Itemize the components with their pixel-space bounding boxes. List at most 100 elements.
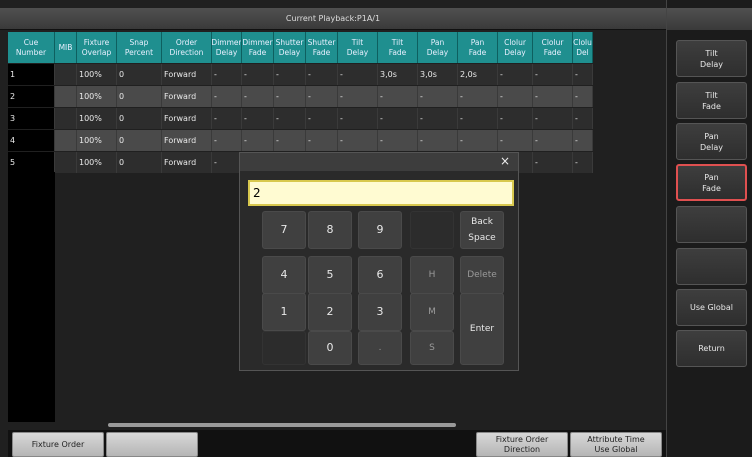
key-4[interactable]: 4 [262,256,306,294]
table-cell[interactable]: 1 [8,64,55,85]
sidebar-blank-button-2[interactable] [676,248,747,285]
table-cell[interactable]: Forward [162,108,212,129]
table-cell[interactable]: - [212,64,242,85]
table-cell[interactable]: 0 [117,64,162,85]
table-cell[interactable]: - [378,86,418,107]
table-cell[interactable] [55,152,77,173]
key-5[interactable]: 5 [308,256,352,294]
table-cell[interactable]: - [306,130,338,151]
table-cell[interactable]: - [533,64,573,85]
table-cell[interactable]: - [533,130,573,151]
attribute-time-button[interactable]: Attribute Time Use Global [570,432,662,457]
table-cell[interactable]: - [498,64,533,85]
column-header[interactable]: Order Direction [162,32,212,63]
table-cell[interactable]: 100% [77,108,117,129]
table-row[interactable]: 1 100% 0 Forward - - - - -3,0s 3,0s 2,0s - - - [8,64,666,85]
tilt-fade-button[interactable]: Tilt Fade [676,82,747,119]
table-cell[interactable]: - [242,108,274,129]
table-cell[interactable]: - [306,64,338,85]
table-cell[interactable]: 0 [117,152,162,173]
table-cell[interactable]: - [338,64,378,85]
fixture-order-direction-button[interactable]: Fixture Order Direction [476,432,568,457]
table-cell[interactable] [55,130,77,151]
table-cell[interactable]: - [573,130,593,151]
table-cell[interactable]: - [274,108,306,129]
table-cell[interactable]: - [498,108,533,129]
key-9[interactable]: 9 [358,211,402,249]
table-cell[interactable]: 100% [77,86,117,107]
column-header[interactable]: Shutter Fade [306,32,338,63]
table-cell[interactable]: Forward [162,152,212,173]
table-cell[interactable]: 5 [8,152,55,173]
table-cell[interactable]: - [242,86,274,107]
column-header[interactable]: Cue Number [8,32,55,63]
table-cell[interactable]: - [418,130,458,151]
close-icon[interactable]: × [500,154,510,168]
backspace-button[interactable]: Back Space [460,211,504,249]
sidebar-blank-button-1[interactable] [676,206,747,243]
table-cell[interactable]: Forward [162,130,212,151]
table-cell[interactable]: - [418,86,458,107]
key-7[interactable]: 7 [262,211,306,249]
table-cell[interactable]: 2 [8,86,55,107]
table-cell[interactable]: 100% [77,130,117,151]
table-cell[interactable]: 0 [117,108,162,129]
table-row[interactable]: 4 100% 0 Forward - - - - - - - - - - - [8,130,666,151]
table-cell[interactable]: - [274,86,306,107]
tilt-delay-button[interactable]: Tilt Delay [676,40,747,77]
column-header[interactable]: Tilt Fade [378,32,418,63]
key-m[interactable]: M [410,293,454,331]
enter-button[interactable]: Enter [460,293,504,365]
table-cell[interactable]: - [573,108,593,129]
column-header[interactable]: Pan Delay [418,32,458,63]
table-cell[interactable]: - [242,130,274,151]
table-cell[interactable]: - [212,152,242,173]
key-8[interactable]: 8 [308,211,352,249]
table-cell[interactable]: Forward [162,64,212,85]
key-3[interactable]: 3 [358,293,402,331]
table-cell[interactable]: - [573,64,593,85]
table-cell[interactable]: - [573,152,593,173]
table-cell[interactable]: - [338,130,378,151]
key-dot[interactable]: . [358,331,402,365]
key-s[interactable]: S [410,331,454,365]
table-cell[interactable]: 3,0s [378,64,418,85]
key-h[interactable]: H [410,256,454,294]
table-cell[interactable]: - [242,64,274,85]
delete-button[interactable]: Delete [460,256,504,294]
table-cell[interactable]: 3 [8,108,55,129]
table-cell[interactable]: 0 [117,130,162,151]
table-cell[interactable]: - [212,130,242,151]
column-header[interactable]: Clolu Del [573,32,593,63]
table-cell[interactable] [55,108,77,129]
value-input[interactable]: 2 [248,180,514,206]
table-cell[interactable]: Forward [162,86,212,107]
column-header[interactable]: Dimmer Fade [242,32,274,63]
table-cell[interactable] [55,64,77,85]
table-cell[interactable]: 0 [117,86,162,107]
use-global-button[interactable]: Use Global [676,289,747,326]
table-cell[interactable]: - [378,108,418,129]
table-cell[interactable]: - [458,108,498,129]
column-header[interactable]: Clolur Fade [533,32,573,63]
column-header[interactable]: Shutter Delay [274,32,306,63]
table-cell[interactable]: - [306,108,338,129]
table-cell[interactable]: - [274,64,306,85]
column-header[interactable]: Pan Fade [458,32,498,63]
table-cell[interactable]: - [458,86,498,107]
table-cell[interactable] [55,86,77,107]
table-cell[interactable]: - [338,108,378,129]
table-cell[interactable]: 100% [77,152,117,173]
blank-bottom-button[interactable] [106,432,198,457]
table-cell[interactable]: 4 [8,130,55,151]
table-cell[interactable]: - [378,130,418,151]
pan-delay-button[interactable]: Pan Delay [676,123,747,160]
table-cell[interactable]: - [306,86,338,107]
return-button[interactable]: Return [676,330,747,367]
table-cell[interactable]: - [274,130,306,151]
column-header[interactable]: Clolur Delay [498,32,533,63]
horizontal-scrollbar[interactable] [108,423,456,427]
table-cell[interactable]: - [212,108,242,129]
column-header[interactable]: Snap Percent [117,32,162,63]
key-2[interactable]: 2 [308,293,352,331]
